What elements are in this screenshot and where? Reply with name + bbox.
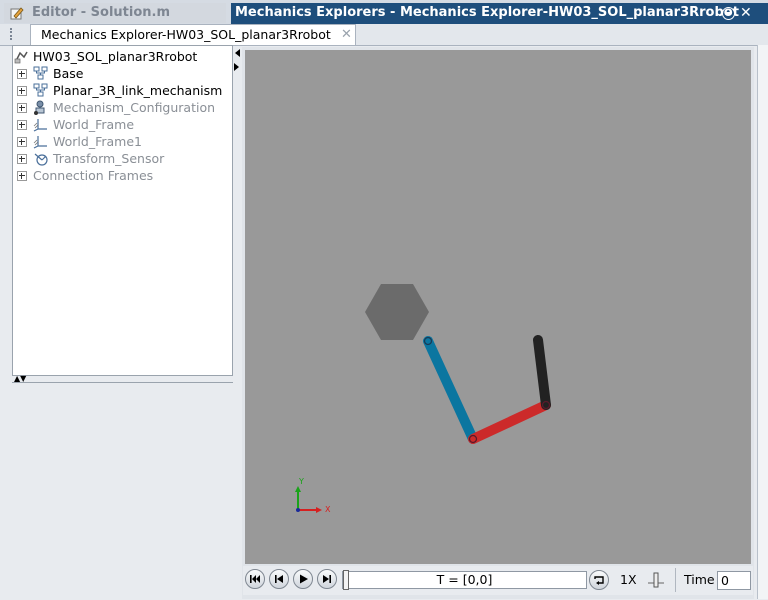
tree-item-label: World_Frame1 (53, 134, 142, 149)
time-label: Time (684, 572, 715, 587)
mechanics-3d-view[interactable]: Y X (245, 50, 751, 564)
divider (675, 568, 676, 592)
step-back-button[interactable] (269, 569, 289, 589)
right-edge-strip (757, 45, 768, 599)
transform-sensor-icon (34, 153, 48, 166)
loop-icon (594, 576, 604, 585)
skip-back-icon (250, 575, 260, 583)
tree-item-label: Connection Frames (33, 168, 154, 183)
expand-icon[interactable] (17, 137, 27, 147)
close-icon[interactable]: ✕ (740, 3, 752, 23)
axis-y-label: Y (298, 477, 304, 486)
expand-icon[interactable] (17, 154, 27, 164)
play-icon (300, 574, 308, 584)
base-hexagon (365, 284, 429, 340)
editor-window-tab[interactable]: Editor - Solution.m (4, 3, 226, 23)
tree-item-label: Base (53, 66, 84, 81)
loop-button[interactable] (589, 570, 609, 590)
step-forward-icon (323, 575, 331, 583)
expand-icon[interactable] (17, 103, 27, 113)
expand-icon[interactable] (17, 171, 27, 181)
expand-icon[interactable] (17, 120, 27, 130)
play-button[interactable] (293, 569, 313, 589)
mechanics-tab-label: Mechanics Explorers - Mechanics Explorer… (235, 5, 739, 20)
link-1 (423, 336, 478, 444)
subsystem-icon (33, 83, 48, 97)
expand-icon[interactable] (17, 69, 27, 79)
panel-menu-dropdown-icon[interactable] (722, 7, 735, 20)
axis-x-label: X (325, 505, 331, 514)
editor-tab-label: Editor - Solution.m (32, 5, 170, 20)
time-input[interactable] (717, 571, 751, 590)
axis-triad-icon: Y X (295, 477, 331, 514)
pencil-icon (10, 7, 24, 20)
step-back-icon (275, 575, 283, 583)
close-tab-icon[interactable]: ✕ (341, 25, 352, 45)
rewind-button[interactable] (245, 569, 265, 589)
mechanics-explorers-window-tab[interactable]: Mechanics Explorers - Mechanics Explorer… (231, 3, 768, 24)
speed-label: 1X (620, 572, 637, 587)
grip-handle-icon[interactable] (10, 28, 15, 40)
world-frame-icon (33, 136, 47, 149)
tree-item-label: Transform_Sensor (53, 151, 165, 166)
speed-slider[interactable] (646, 571, 666, 589)
link-2 (468, 400, 551, 444)
subsystem-icon (33, 66, 48, 80)
time-display: T = [0,0] (436, 572, 493, 587)
collapse-arrows-icon[interactable] (234, 47, 240, 75)
doc-tab-label: Mechanics Explorer-HW03_SOL_planar3Rrobo… (41, 27, 331, 42)
tab-mechanics-explorer[interactable]: Mechanics Explorer-HW03_SOL_planar3Rrobo… (30, 24, 356, 45)
tree-root-label: HW03_SOL_planar3Rrobot (33, 49, 198, 64)
tree-item-label: Planar_3R_link_mechanism (53, 83, 223, 98)
expand-icon[interactable] (17, 86, 27, 96)
property-pane (12, 382, 233, 600)
tree-item-label: Mechanism_Configuration (53, 100, 216, 115)
mechanism-config-icon (34, 100, 45, 115)
step-forward-button[interactable] (317, 569, 337, 589)
link-3 (533, 335, 551, 410)
model-icon (14, 51, 28, 64)
tree-item-label: World_Frame (53, 117, 135, 132)
model-tree: HW03_SOL_planar3Rrobot Base Planar_3R_li… (12, 45, 233, 376)
world-frame-icon (33, 119, 47, 132)
